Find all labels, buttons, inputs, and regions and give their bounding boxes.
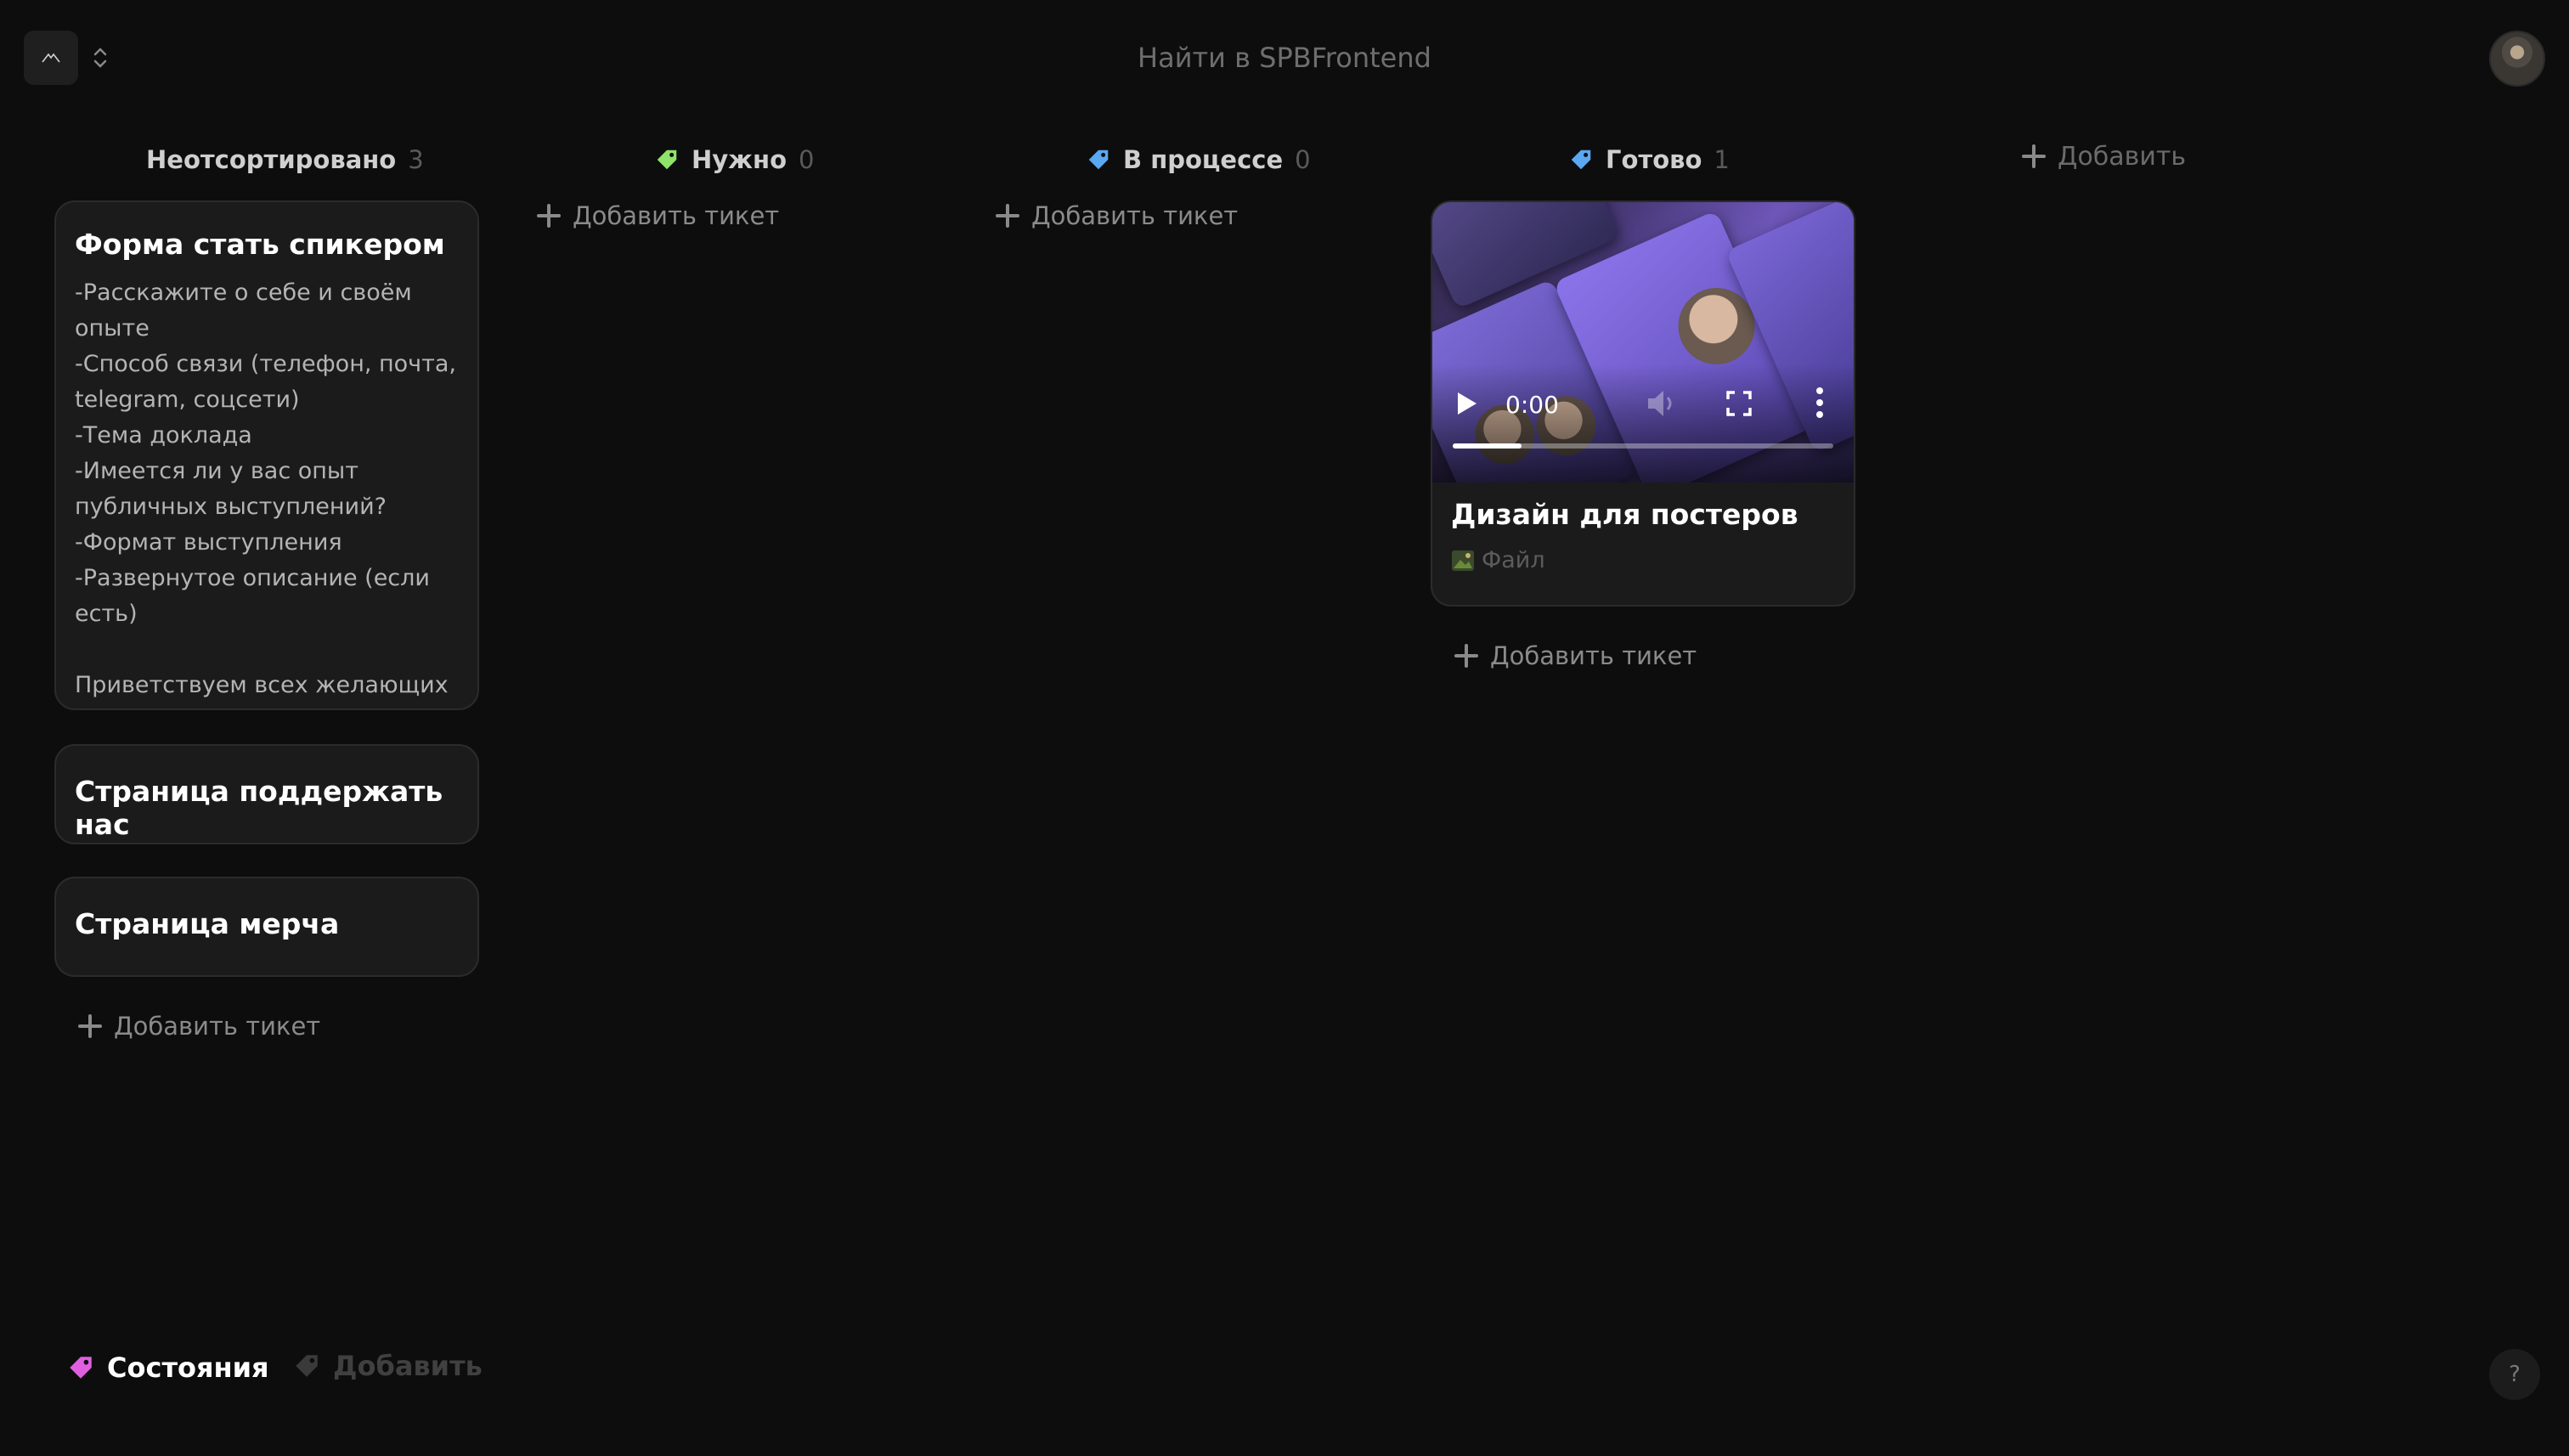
search-input[interactable]: Найти в SPBFrontend (1030, 34, 1539, 82)
column-count: 0 (799, 145, 815, 174)
video-controls-shade (1432, 364, 1854, 483)
description-line: -Развернутое описание (если есть) (75, 565, 430, 627)
column-header-done[interactable]: Готово 1 (1568, 139, 1730, 180)
help-button[interactable]: ? (2489, 1349, 2540, 1400)
logo-icon (42, 53, 60, 63)
more-vertical-icon[interactable] (1815, 386, 1825, 420)
plus-icon (2022, 144, 2046, 168)
add-ticket-label: Добавить тикет (1031, 201, 1239, 230)
column-header-in-progress[interactable]: В процессе 0 (1086, 139, 1311, 180)
column-title: Готово (1606, 145, 1702, 174)
workspace-logo-button[interactable] (24, 31, 78, 85)
add-ticket-button[interactable]: Добавить тикет (537, 197, 779, 234)
add-column-button[interactable]: Добавить (2022, 136, 2186, 177)
column-header-unsorted: Неотсортировано 3 (146, 139, 424, 180)
tag-icon (1571, 150, 1591, 170)
column-title: В процессе (1123, 145, 1284, 174)
states-button[interactable]: Состояния (66, 1347, 269, 1388)
tag-icon (296, 1355, 318, 1377)
plus-icon (537, 204, 561, 228)
add-ticket-label: Добавить тикет (114, 1012, 321, 1041)
tag-icon (1088, 150, 1109, 170)
video-progress-track[interactable] (1453, 443, 1833, 449)
play-icon[interactable] (1456, 391, 1478, 416)
description-line: Приветствуем всех желающих (75, 672, 449, 698)
add-ticket-button[interactable]: Добавить тикет (1454, 637, 1697, 674)
add-ticket-button[interactable]: Добавить тикет (78, 1007, 320, 1045)
description-line: -Тема доклада (75, 422, 252, 449)
attachment-label: Файл (1482, 547, 1545, 573)
ticket-card[interactable]: Страница поддержать нас (54, 744, 479, 844)
column-count: 1 (1714, 145, 1730, 174)
add-state-label: Добавить (333, 1350, 483, 1382)
add-ticket-label: Добавить тикет (1490, 641, 1697, 670)
ticket-title: Форма стать спикером (75, 228, 445, 261)
ticket-title: Страница поддержать нас (75, 775, 443, 841)
add-ticket-button[interactable]: Добавить тикет (996, 197, 1238, 234)
states-label: Состояния (107, 1352, 269, 1384)
ticket-description: -Расскажите о себе и своём опыте -Способ… (75, 275, 457, 703)
plus-icon (996, 204, 1019, 228)
add-ticket-label: Добавить тикет (573, 201, 780, 230)
ticket-card[interactable]: 0:00 Дизайн для постеров Файл (1431, 200, 1855, 607)
column-count: 3 (408, 145, 424, 174)
ticket-attachment[interactable]: Файл (1451, 547, 1545, 573)
chevron-up-down-icon (93, 48, 107, 68)
description-line: -Расскажите о себе и своём опыте (75, 279, 412, 341)
volume-icon[interactable] (1645, 387, 1679, 420)
video-time: 0:00 (1505, 391, 1559, 419)
column-title: Неотсортировано (146, 145, 397, 174)
description-line: -Имеется ли у вас опыт публичных выступл… (75, 458, 387, 520)
board-page: Найти в SPBFrontend Неотсортировано 3 Ну… (0, 0, 2569, 1456)
column-title: Нужно (692, 145, 787, 174)
column-count: 0 (1295, 145, 1311, 174)
video-player[interactable]: 0:00 (1432, 202, 1854, 483)
tag-icon (657, 150, 677, 170)
ticket-card[interactable]: Форма стать спикером -Расскажите о себе … (54, 200, 479, 710)
tag-icon (70, 1357, 92, 1379)
image-icon (1452, 550, 1474, 571)
avatar[interactable] (2489, 31, 2545, 87)
plus-icon (78, 1014, 102, 1038)
column-header-needed[interactable]: Нужно 0 (654, 139, 814, 180)
ticket-card[interactable]: Страница мерча (54, 877, 479, 977)
video-progress-fill (1453, 443, 1522, 449)
workspace-switcher[interactable] (88, 42, 112, 73)
add-column-label: Добавить (2058, 141, 2187, 172)
plus-icon (1454, 644, 1478, 668)
ticket-title: Дизайн для постеров (1451, 498, 1798, 531)
fullscreen-icon[interactable] (1726, 391, 1752, 416)
add-state-button[interactable]: Добавить (292, 1346, 483, 1386)
ticket-title: Страница мерча (75, 907, 340, 940)
description-line: -Формат выступления (75, 529, 342, 556)
description-line: -Способ связи (телефон, почта, telegram,… (75, 351, 456, 413)
